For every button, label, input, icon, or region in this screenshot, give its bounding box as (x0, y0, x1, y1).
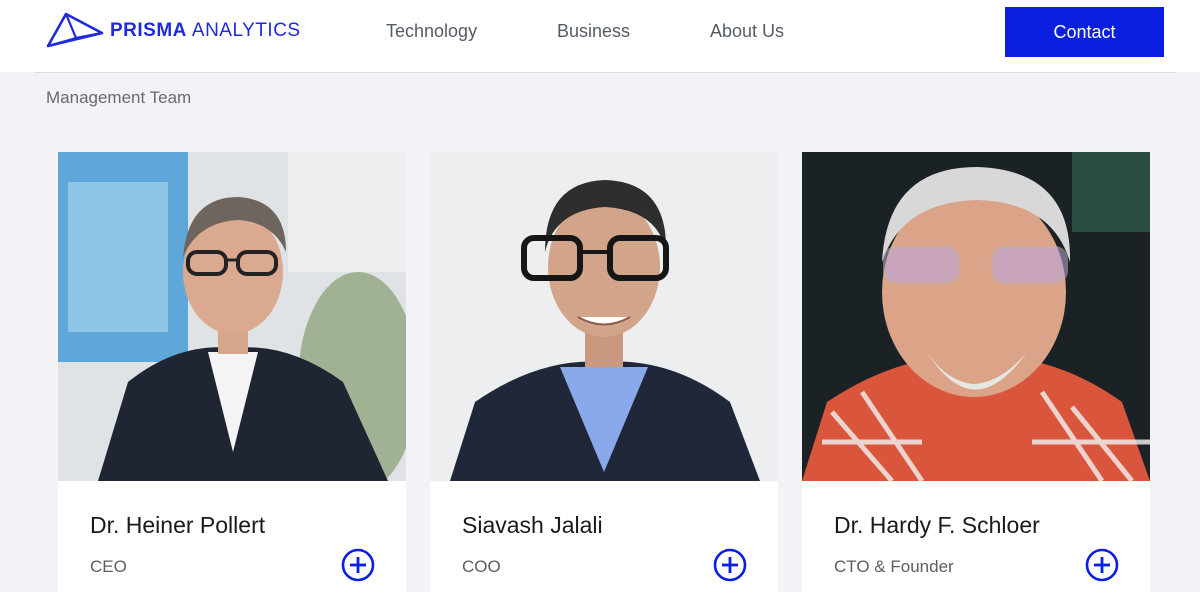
header-divider (34, 72, 1176, 73)
portrait-photo (58, 152, 406, 481)
portrait-photo (802, 152, 1150, 481)
plus-circle-icon[interactable] (1085, 548, 1119, 582)
portrait-photo (430, 152, 778, 481)
site-header: PRISMA ANALYTICS Technology Business Abou… (0, 0, 1200, 72)
member-name: Dr. Hardy F. Schloer (834, 512, 1040, 538)
brand-name-light: ANALYTICS (191, 19, 301, 41)
brand-logo[interactable]: PRISMA ANALYTICS (46, 10, 301, 50)
brand-name-bold: PRISMA (110, 19, 187, 41)
team-card-schloer[interactable]: Dr. Hardy F. Schloer CTO & Founder (802, 152, 1150, 592)
member-role: CTO & Founder (834, 557, 954, 576)
member-role: CEO (90, 557, 127, 576)
member-name: Siavash Jalali (462, 512, 603, 538)
nav-technology[interactable]: Technology (386, 21, 477, 42)
plus-circle-icon[interactable] (341, 548, 375, 582)
contact-button[interactable]: Contact (1005, 7, 1164, 57)
nav-business[interactable]: Business (557, 21, 630, 42)
plus-circle-icon[interactable] (713, 548, 747, 582)
member-role: COO (462, 557, 501, 576)
nav-about-us[interactable]: About Us (710, 21, 784, 42)
section-title: Management Team (46, 88, 192, 107)
team-card-jalali[interactable]: Siavash Jalali COO (430, 152, 778, 592)
team-card-pollert[interactable]: Dr. Heiner Pollert CEO (58, 152, 406, 592)
member-name: Dr. Heiner Pollert (90, 512, 266, 538)
prism-logo-icon (46, 12, 104, 48)
brand-name: PRISMA ANALYTICS (110, 21, 301, 40)
